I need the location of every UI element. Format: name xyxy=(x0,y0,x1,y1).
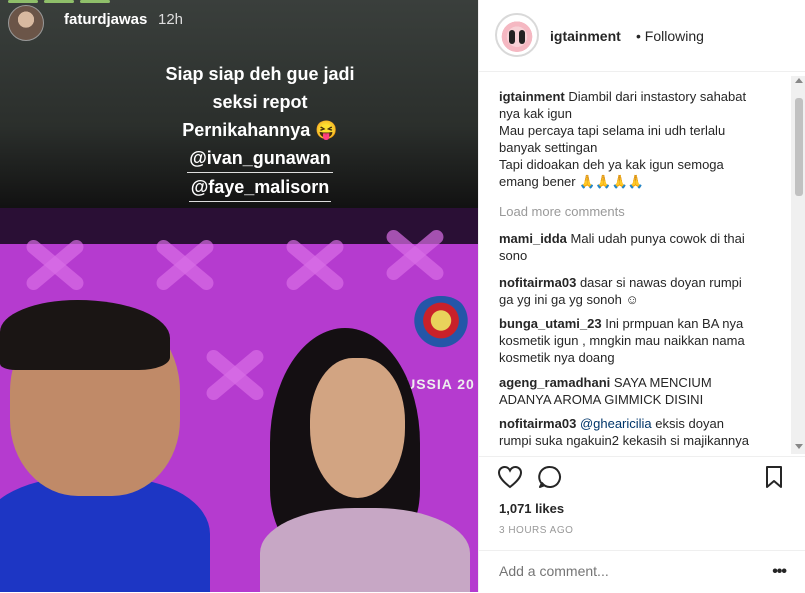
separator-dot: • xyxy=(636,28,641,44)
caption-text: Diambil dari instastory sahabat xyxy=(568,89,747,104)
scroll-up-arrow-icon[interactable] xyxy=(795,78,803,83)
post-media[interactable]: faturdjawas 12h Siap siap deh gue jadi s… xyxy=(0,0,478,592)
following-status[interactable]: • Following xyxy=(636,28,704,44)
comment-username[interactable]: mami_idda xyxy=(499,231,567,246)
caption-text: nya kak igun xyxy=(499,106,572,121)
header-username[interactable]: igtainment xyxy=(550,28,621,44)
story-line: Siap siap deh gue jadi xyxy=(165,64,355,84)
story-progress-bar xyxy=(8,0,470,4)
add-comment-bar: ••• xyxy=(479,550,805,593)
story-line: seksi repot xyxy=(212,92,308,112)
caption-text: Tapi didoakan deh ya kak igun semoga xyxy=(499,157,724,172)
story-mention: @faye_malisorn xyxy=(188,173,332,202)
load-more-comments[interactable]: Load more comments xyxy=(499,204,625,219)
caption-username[interactable]: igtainment xyxy=(499,89,565,104)
story-avatar xyxy=(8,5,44,41)
comment-bubble-icon[interactable] xyxy=(538,465,562,494)
story-username: faturdjawas xyxy=(64,11,148,28)
comment-text: eksis doyan xyxy=(655,416,724,431)
tv-frame-photo: RUSSIA 20 xyxy=(0,208,478,592)
comment-text: kosmetik nya doang xyxy=(499,350,615,365)
post-timestamp: 3 HOURS AGO xyxy=(499,525,574,536)
story-text: Siap siap deh gue jadi seksi repot Perni… xyxy=(110,60,410,202)
comment-username[interactable]: bunga_utami_23 xyxy=(499,316,602,331)
following-label[interactable]: Following xyxy=(645,28,704,44)
post-actions: 1,071 likes 3 HOURS AGO xyxy=(479,456,805,551)
comment-text: SAYA MENCIUM xyxy=(613,375,712,390)
caption-text: Mau percaya tapi selama ini udh terlalu xyxy=(499,123,726,138)
comment-text: sono xyxy=(499,248,528,263)
like-count[interactable]: 1,071 likes xyxy=(499,501,564,516)
heart-icon[interactable] xyxy=(497,465,523,494)
post-side-panel: igtainment • Following igtainment Diambi… xyxy=(478,0,805,592)
comment-text: rumpi suka ngakuin2 kekasih si majikanny… xyxy=(499,433,750,448)
comments-list[interactable]: igtainment Diambil dari instastory sahab… xyxy=(479,72,805,456)
more-options-icon[interactable]: ••• xyxy=(772,563,787,581)
comment: ageng_ramadhani SAYA MENCIUM ADANYA AROM… xyxy=(499,374,769,408)
story-mention: @ivan_gunawan xyxy=(187,144,333,173)
comment-username[interactable]: nofitairma03 xyxy=(499,416,576,431)
comment-text: kosmetik igun , mngkin mau naikkan nama xyxy=(499,333,745,348)
world-cup-logo xyxy=(410,296,472,366)
scrollbar-thumb[interactable] xyxy=(795,98,803,196)
bookmark-icon[interactable] xyxy=(764,465,784,494)
profile-avatar[interactable] xyxy=(495,13,539,57)
comment-text: ga yg ini ga yg sonoh ☺ xyxy=(499,292,639,307)
story-line: Pernikahannya 😝 xyxy=(182,120,338,140)
story-screenshot: faturdjawas 12h Siap siap deh gue jadi s… xyxy=(0,0,478,210)
post-header: igtainment • Following xyxy=(479,0,805,72)
caption-text: banyak settingan xyxy=(499,140,598,155)
caption-text: emang bener 🙏🙏🙏🙏 xyxy=(499,174,644,189)
comment: nofitairma03 @ghearicilia eksis doyan ru… xyxy=(499,415,769,449)
add-comment-input[interactable] xyxy=(499,563,739,579)
scroll-down-arrow-icon[interactable] xyxy=(795,444,803,449)
comment-username[interactable]: ageng_ramadhani xyxy=(499,375,610,390)
comment-text: Ini prmpuan kan BA nya xyxy=(605,316,744,331)
comment: mami_idda Mali udah punya cowok di thai … xyxy=(499,230,769,264)
comment-text: Mali udah punya cowok di thai xyxy=(570,231,745,246)
comment: nofitairma03 dasar si nawas doyan rumpi … xyxy=(499,274,769,308)
comment-mention[interactable]: @ghearicilia xyxy=(580,416,652,431)
story-time: 12h xyxy=(158,11,184,28)
comment-username[interactable]: nofitairma03 xyxy=(499,275,576,290)
caption: igtainment Diambil dari instastory sahab… xyxy=(499,88,769,190)
comment: bunga_utami_23 Ini prmpuan kan BA nya ko… xyxy=(499,315,769,366)
comment-text: ADANYA AROMA GIMMICK DISINI xyxy=(499,392,704,407)
comment-text: dasar si nawas doyan rumpi xyxy=(579,275,742,290)
